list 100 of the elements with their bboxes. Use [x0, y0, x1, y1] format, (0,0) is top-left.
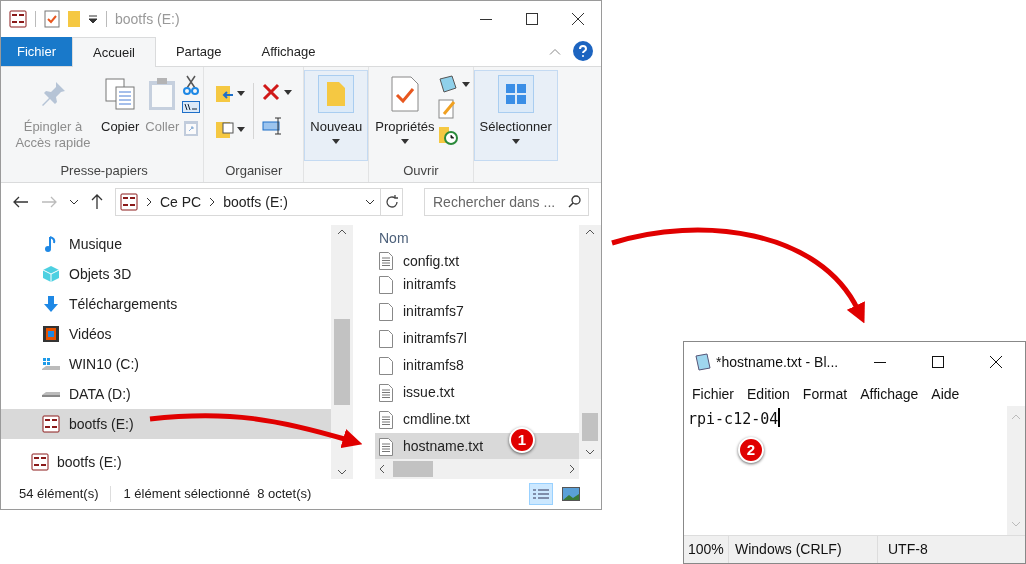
- breadcrumb-item[interactable]: bootfs (E:): [223, 191, 288, 213]
- dropdown-arrow-icon[interactable]: [88, 15, 98, 23]
- ribbon-group-label: Organiser: [225, 162, 283, 179]
- search-icon: [568, 195, 581, 208]
- navigation-item[interactable]: bootfs (E:): [1, 409, 331, 439]
- status-text: 1 élément sélectionné 8 octet(s): [123, 485, 312, 504]
- blank-file-icon: [379, 356, 393, 375]
- file-row[interactable]: initramfs7l: [375, 325, 579, 352]
- delete-cross-icon[interactable]: [262, 83, 281, 101]
- window-title: *hostname.txt - Bl...: [716, 352, 839, 372]
- file-row[interactable]: issue.txt: [375, 379, 579, 406]
- vertical-scrollbar[interactable]: [331, 225, 353, 479]
- move-to-folder-icon[interactable]: [215, 83, 236, 103]
- chevron-right-icon: [146, 197, 152, 207]
- chevron-right-icon: [209, 197, 216, 207]
- navigation-item[interactable]: DATA (D:): [1, 379, 331, 409]
- scroll-right-icon[interactable]: [569, 464, 575, 474]
- file-row[interactable]: initramfs8: [375, 352, 579, 379]
- menu-item[interactable]: Fichier: [692, 383, 734, 405]
- minimize-icon: [874, 361, 886, 363]
- maximize-icon: [526, 13, 538, 25]
- caret-icon: [237, 90, 246, 96]
- refresh-icon: [384, 195, 399, 209]
- close-icon: [572, 13, 584, 25]
- scrollbar-thumb[interactable]: [582, 413, 598, 441]
- checkmark-document-icon[interactable]: [44, 10, 60, 28]
- sd-card-icon: [9, 10, 27, 28]
- details-list-icon: [532, 489, 550, 499]
- navigation-item[interactable]: Musique: [1, 229, 331, 259]
- ribbon-button[interactable]: Sélectionner: [476, 71, 555, 160]
- maximize-icon: [932, 356, 944, 368]
- back-arrow-icon[interactable]: [13, 196, 29, 208]
- ribbon-button[interactable]: Copier: [98, 71, 143, 160]
- scrollbar-thumb[interactable]: [393, 461, 433, 477]
- navigation-item[interactable]: Objets 3D: [1, 259, 331, 289]
- menu-item[interactable]: Format: [802, 383, 848, 405]
- up-arrow-icon[interactable]: [91, 194, 103, 210]
- menu-item[interactable]: Affichage: [860, 383, 919, 405]
- ribbon-button[interactable]: Propriétés: [372, 71, 438, 160]
- status-text: UTF-8: [887, 540, 928, 559]
- status-text: 54 élément(s): [19, 485, 99, 504]
- status-text: 100%: [687, 540, 725, 559]
- scrollbar-thumb[interactable]: [334, 319, 350, 405]
- navigation-item[interactable]: WIN10 (C:): [1, 349, 331, 379]
- notepad-icon[interactable]: [437, 75, 458, 93]
- scroll-left-icon[interactable]: [379, 464, 385, 474]
- menu-item[interactable]: Aide: [931, 383, 960, 405]
- search-field[interactable]: Rechercher dans ...: [424, 188, 589, 216]
- download-arrow-icon: [43, 295, 59, 313]
- sd-card-icon: [42, 415, 60, 433]
- copy-path-icon[interactable]: [182, 101, 201, 113]
- navigation-item[interactable]: Vidéos: [1, 319, 331, 349]
- recent-locations-caret-icon[interactable]: [69, 199, 79, 205]
- grid-select-icon: [504, 83, 527, 105]
- navigation-item[interactable]: Téléchargements: [1, 289, 331, 319]
- window-title: bootfs (E:): [115, 9, 180, 29]
- breadcrumb-item[interactable]: Ce PC: [160, 191, 202, 213]
- address-bar[interactable]: Ce PC bootfs (E:): [115, 188, 403, 216]
- copy-to-folder-icon[interactable]: [215, 119, 236, 139]
- copy-documents-icon: [104, 77, 137, 111]
- landscape-picture-icon: [562, 487, 580, 501]
- scissors-icon[interactable]: [183, 75, 200, 95]
- close-icon: [990, 356, 1002, 368]
- caret-icon: [237, 126, 246, 132]
- clipboard-icon: [147, 77, 178, 111]
- scroll-down-icon[interactable]: [337, 469, 347, 475]
- chevron-down-icon: [365, 199, 375, 205]
- history-folder-icon[interactable]: [437, 125, 458, 145]
- blank-file-icon: [379, 275, 393, 294]
- file-row[interactable]: config.txt: [375, 251, 579, 271]
- text-file-icon: [379, 437, 393, 456]
- file-row[interactable]: initramfs: [375, 271, 579, 298]
- caret-icon: [332, 139, 341, 144]
- help-icon[interactable]: [573, 41, 593, 61]
- ribbon-tab[interactable]: Affichage: [241, 37, 336, 66]
- caret-icon: [284, 89, 293, 95]
- horizontal-scrollbar[interactable]: [375, 459, 579, 479]
- caret-icon: [461, 81, 470, 87]
- file-row[interactable]: initramfs7: [375, 298, 579, 325]
- cube-icon: [42, 265, 60, 283]
- ribbon-button[interactable]: Nouveau: [307, 71, 366, 160]
- blank-file-icon: [379, 329, 393, 348]
- file-menu-tab[interactable]: Fichier: [1, 37, 72, 66]
- drive-icon: [41, 390, 61, 398]
- editor-text: rpi-c12-04: [688, 409, 779, 430]
- sd-card-icon: [120, 193, 138, 211]
- navigation-item[interactable]: bootfs (E:): [1, 447, 331, 477]
- scroll-up-icon[interactable]: [585, 229, 595, 235]
- scroll-up-icon[interactable]: [337, 229, 347, 235]
- details-view-button[interactable]: [529, 483, 553, 505]
- scroll-down-icon[interactable]: [585, 449, 595, 455]
- folder-icon: [326, 81, 347, 107]
- menu-item[interactable]: Edition: [747, 383, 790, 405]
- text-file-icon: [379, 252, 393, 270]
- text-file-icon: [379, 383, 393, 402]
- text-file-icon: [379, 410, 393, 429]
- ribbon-tab[interactable]: Accueil: [72, 37, 156, 67]
- vertical-scrollbar[interactable]: [579, 225, 601, 459]
- ribbon-tab[interactable]: Partage: [155, 37, 242, 66]
- column-header[interactable]: Nom: [375, 225, 579, 251]
